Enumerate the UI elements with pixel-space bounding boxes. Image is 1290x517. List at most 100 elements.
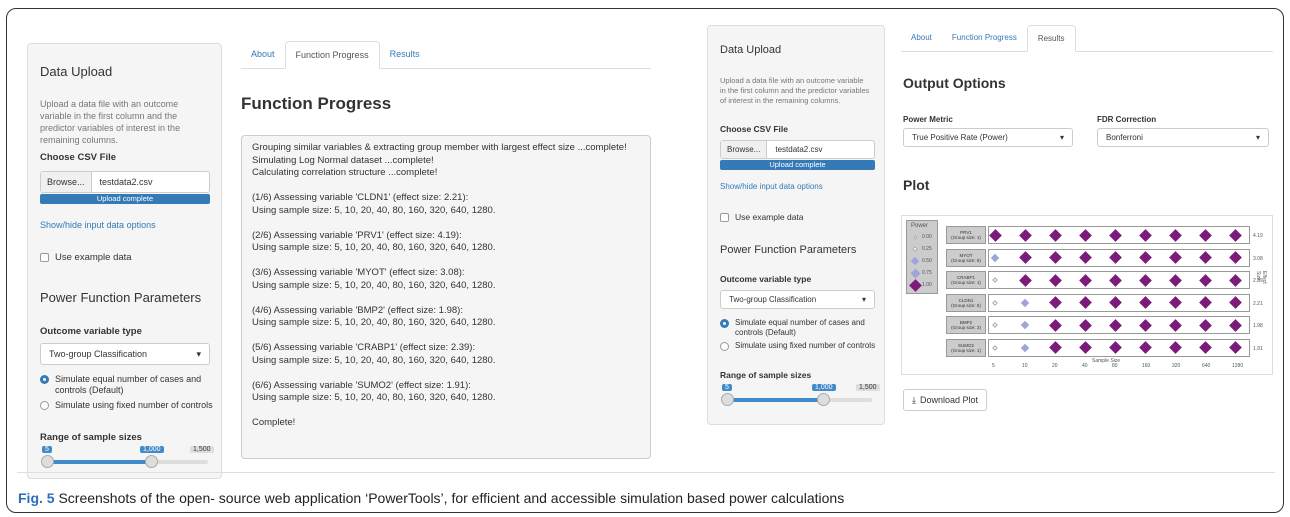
output-options-title: Output Options [903,75,1006,91]
slider-min-handle[interactable] [721,393,734,406]
use-example-data-checkbox[interactable]: Use example data [720,212,804,222]
plot-title: Plot [903,177,930,193]
legend-marker [910,268,920,278]
caption-rule [17,472,1275,473]
file-input[interactable]: Browse... testdata2.csv [40,171,210,193]
log-line: Using sample size: 5, 10, 20, 40, 80, 16… [252,204,496,216]
show-hide-input-options-link[interactable]: Show/hide input data options [40,220,156,230]
slider-end-tag: 1,500 [190,446,214,453]
radio-unselected-icon[interactable] [40,401,49,410]
effect-size-label: 1.98 [1253,323,1263,329]
legend-marker [912,234,918,240]
choose-csv-label: Choose CSV File [720,124,789,134]
log-line: Using sample size: 5, 10, 20, 40, 80, 16… [252,279,496,291]
radio-fixed-controls[interactable]: Simulate using fixed number of controls [720,341,880,351]
figure-label: Fig. 5 [18,490,55,506]
radio-unselected-icon[interactable] [720,342,729,351]
row-label: CLDN1 (Group size: 5) [946,293,986,312]
show-hide-input-options-link[interactable]: Show/hide input data options [720,182,823,191]
outcome-type-value: Two-group Classification [729,295,817,304]
use-example-data-label: Use example data [735,212,804,222]
radio-selected-icon[interactable] [40,375,49,384]
choose-csv-label: Choose CSV File [40,152,117,163]
function-progress-heading: Function Progress [241,94,392,113]
outcome-type-select[interactable]: Two-group Classification ▾ [40,343,210,365]
download-plot-label: Download Plot [919,395,979,405]
log-line: (2/6) Assessing variable 'PRV1' (effect … [252,229,462,241]
fdr-correction-select[interactable]: Bonferroni ▾ [1097,128,1269,147]
use-example-data-label: Use example data [55,252,132,263]
caret-down-icon: ▾ [196,348,201,359]
x-tick-label: 160 [1142,363,1151,369]
browse-button[interactable]: Browse... [721,141,768,158]
download-plot-button[interactable]: ⤓ Download Plot [903,389,988,411]
radio-equal-label: Simulate equal number of cases and contr… [735,318,865,337]
left-sidebar: Data Upload Upload a data file with an o… [27,43,222,479]
x-tick-label: 40 [1082,363,1088,369]
slider-min-handle[interactable] [41,455,54,468]
figure-caption-text: Screenshots of the open- source web appl… [58,490,845,506]
tab-results[interactable]: Results [1026,25,1076,52]
browse-button[interactable]: Browse... [41,172,92,192]
data-upload-title: Data Upload [40,64,113,79]
legend-marker [908,278,922,292]
figure-caption: Fig. 5 Screenshots of the open- source w… [18,490,844,506]
tab-function-progress[interactable]: Function Progress [942,25,1027,51]
effect-size-label: 1.91 [1253,345,1263,352]
log-line: (3/6) Assessing variable 'MYOT' (effect … [252,267,465,278]
row-group: (Group size: 1) [951,280,981,285]
file-name: testdata2.csv [99,177,153,187]
use-example-data-checkbox[interactable]: Use example data [40,252,132,263]
tab-results[interactable]: Results [380,41,430,68]
y-axis-label: Effect Size [1255,271,1267,284]
fdr-correction-label: FDR Correction [1097,115,1157,124]
tab-about[interactable]: About [901,25,942,51]
sample-size-slider[interactable]: 5 1,000 1,500 [720,384,880,410]
radio-equal-cases[interactable]: Simulate equal number of cases and contr… [720,318,880,338]
upload-help-text: Upload a data file with an outcome varia… [40,99,181,145]
tab-function-progress[interactable]: Function Progress [284,41,380,69]
log-line: Complete! [252,417,296,428]
radio-fixed-controls[interactable]: Simulate using fixed number of controls [40,400,215,411]
log-lines: Grouping similar variables & extracting … [252,142,640,430]
row-group: (Group size: 3) [951,325,981,330]
log-line: Using sample size: 5, 10, 20, 40, 80, 16… [252,242,496,253]
power-params-title: Power Function Parameters [40,290,202,305]
log-line: Using sample size: 5, 10, 20, 40, 80, 16… [252,392,496,403]
upload-help-text: Upload a data file with an outcome varia… [720,76,870,105]
outcome-type-label: Outcome variable type [720,274,812,284]
slider-max-handle[interactable] [145,455,158,468]
log-line: (6/6) Assessing variable 'SUMO2' (effect… [252,379,471,391]
log-line: Simulating Log Normal dataset ...complet… [252,154,434,166]
x-tick-label: 320 [1172,363,1181,369]
slider-max-handle[interactable] [817,393,830,406]
effect-size-label: 2.21 [1253,300,1263,307]
tab-about[interactable]: About [241,41,285,68]
left-tab-bar: About Function Progress Results [241,41,651,69]
checkbox-box[interactable] [40,253,49,262]
log-line: Using sample size: 5, 10, 20, 40, 80, 16… [252,317,496,328]
radio-selected-icon[interactable] [720,319,729,328]
log-line: Grouping similar variables & extracting … [252,142,627,153]
checkbox-box[interactable] [720,212,729,222]
outcome-type-select[interactable]: Two-group Classification ▾ [720,290,875,309]
sample-size-slider[interactable]: 5 1,000 1,500 [40,446,214,472]
effect-size-label: 3.08 [1253,255,1263,262]
caret-down-icon: ▾ [1059,133,1064,142]
figure-frame: Data Upload Upload a data file with an o… [6,8,1284,513]
legend-marker [910,256,920,266]
slider-fill [728,398,824,402]
row-label: CRABP1 (Group size: 1) [946,271,986,289]
slider-fill [48,460,152,464]
row-group: (Group size: 1) [951,347,981,353]
x-tick-label: 1280 [1232,363,1244,369]
file-input[interactable]: Browse... testdata2.csv [720,140,875,159]
radio-equal-cases[interactable]: Simulate equal number of cases and contr… [40,374,215,396]
row-label: BMP2 (Group size: 3) [946,316,986,334]
log-line: Using sample size: 5, 10, 20, 40, 80, 16… [252,354,496,366]
effect-size-label: 4.19 [1253,233,1263,239]
power-metric-select[interactable]: True Positive Rate (Power) ▾ [903,128,1073,147]
